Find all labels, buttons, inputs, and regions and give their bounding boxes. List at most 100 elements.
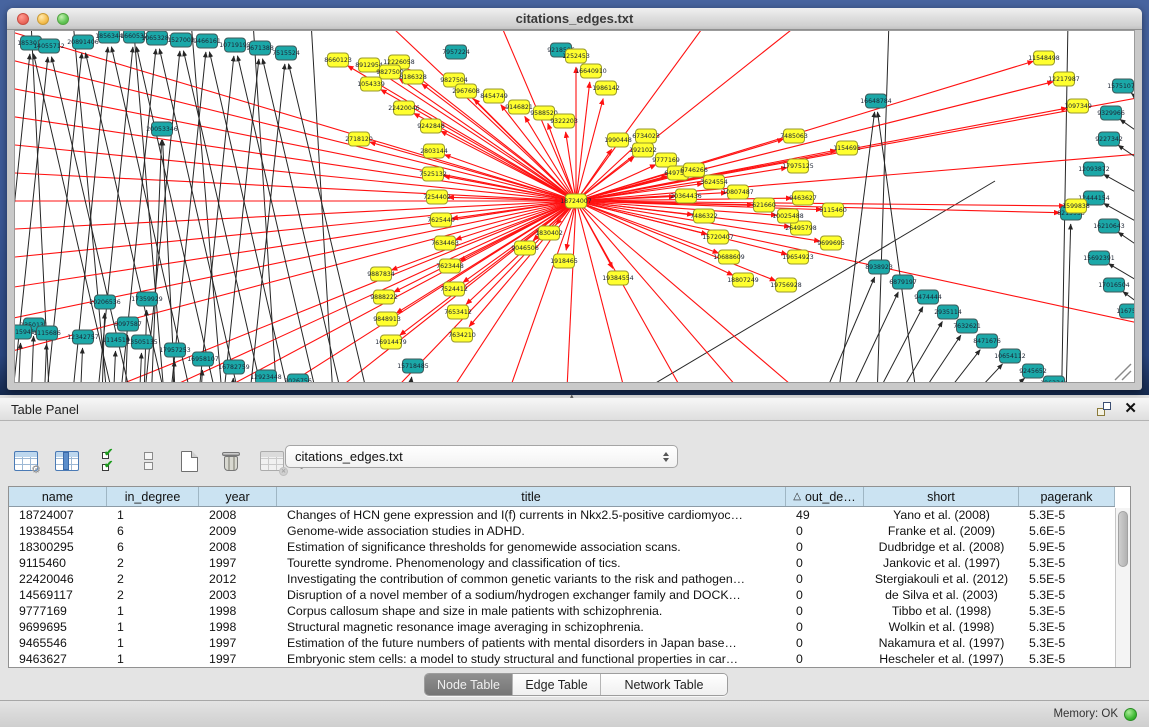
table-row[interactable]: 911546021997Tourette syndrome. Phenomeno… [9,555,1115,571]
column-header-title[interactable]: title [277,487,786,506]
graph-node[interactable]: 1527002 [167,33,195,47]
graph-node[interactable]: 621660 [752,198,776,212]
table-row[interactable]: 1938455462009Genome-wide association stu… [9,523,1115,539]
table-row[interactable]: 977716911998Corpus callosum shape and si… [9,603,1115,619]
tab-edge-table[interactable]: Edge Table [513,674,601,695]
graph-node[interactable]: 8938923 [865,260,893,274]
graph-node[interactable]: 1097349 [1064,99,1092,113]
column-header-in_degree[interactable]: in_degree [107,487,199,506]
column-header-name[interactable]: name [9,487,107,506]
graph-node[interactable]: 7485063 [780,129,808,143]
graph-node[interactable]: 17359929 [131,292,163,306]
graph-node[interactable]: 9227342 [1095,132,1123,146]
graph-node[interactable]: 9329966 [1097,106,1125,120]
column-header-year[interactable]: year [199,487,277,506]
graph-node[interactable]: 9887834 [367,267,395,281]
graph-node[interactable]: 10654112 [994,349,1026,363]
graph-node[interactable]: 16210643 [1093,219,1125,233]
graph-node[interactable]: 9115460 [819,203,847,217]
column-header-short[interactable]: short [864,487,1019,506]
graph-node[interactable]: 1167531 [1116,304,1135,318]
splitter-grip[interactable]: ▴ [570,394,579,399]
table-row[interactable]: 946362711997Embryonic stem cells: a mode… [9,651,1115,667]
table-mode-button[interactable]: ⚙ [12,449,39,473]
graph-node[interactable]: 1599838 [1062,199,1090,213]
graph-node[interactable]: 11548498 [1028,51,1060,65]
graph-node[interactable]: 1921022 [629,143,657,157]
vertical-scrollbar[interactable] [1115,508,1130,667]
graph-node[interactable]: 9463627 [789,191,817,205]
graph-node[interactable]: 9671388 [246,41,274,55]
graph-node[interactable]: 9474444 [914,290,942,304]
graph-node[interactable]: 1986142 [592,81,620,95]
graph-node[interactable]: 1918465 [550,254,578,268]
graph-node[interactable]: 15692391 [1083,251,1115,265]
citation-network-graph[interactable]: 1872400718530121405571220891406185634416… [15,31,1135,383]
graph-node[interactable]: 8471676 [973,334,1001,348]
graph-node[interactable]: 9146821 [505,100,533,114]
graph-node[interactable]: 1154691 [833,141,861,155]
graph-node[interactable]: 16914479 [375,335,407,349]
graph-node[interactable]: 2718120 [345,132,373,146]
table-source-dropdown[interactable]: citations_edges.txt [285,445,678,468]
graph-node[interactable]: 16782759 [218,360,250,374]
network-window[interactable]: citations_edges.txt 18724007185301214055… [7,8,1142,390]
table-row[interactable]: 1830029562008Estimation of significance … [9,539,1115,555]
graph-node[interactable]: 6746266 [680,163,708,177]
graph-node[interactable]: 9777169 [652,153,680,167]
table-row[interactable]: 969969511998Structural magnetic resonanc… [9,619,1115,635]
graph-node[interactable]: 17957253 [159,343,191,357]
graph-node[interactable]: 7634463 [431,236,459,250]
graph-node[interactable]: 7254402 [423,190,451,204]
graph-node[interactable]: 1252453 [562,49,590,63]
graph-node[interactable]: 7957224 [442,45,470,59]
graph-node[interactable]: 7632621 [953,319,981,333]
graph-node[interactable]: 19384554 [602,271,634,285]
graph-node[interactable]: 9848913 [373,312,401,326]
graph-node[interactable]: 15751074 [1107,79,1135,93]
graph-node[interactable]: 8454749 [480,89,508,103]
graph-node[interactable]: 9699695 [817,236,845,250]
graph-node[interactable]: 2935114 [934,305,962,319]
graph-node[interactable]: 10688609 [713,250,745,264]
column-header-pagerank[interactable]: pagerank [1019,487,1115,506]
graph-node[interactable]: 9046506 [511,241,539,255]
graph-node[interactable]: 7634210 [448,328,476,342]
graph-node[interactable]: 7515524 [272,46,300,60]
graph-node[interactable]: 20891406 [67,35,99,49]
row-height-button[interactable] [135,449,162,473]
graph-node[interactable]: 1830402 [535,226,563,240]
graph-node[interactable]: 2026756 [284,374,312,383]
graph-node[interactable]: 12093872 [1078,162,1110,176]
tab-network-table[interactable]: Network Table [601,674,727,695]
graph-node[interactable]: 9242848 [417,119,445,133]
tab-node-table[interactable]: Node Table [425,674,513,695]
float-panel-icon[interactable] [1097,402,1111,416]
graph-node[interactable]: 1856344 [95,31,123,43]
graph-node[interactable]: 1990448 [604,133,632,147]
graph-node[interactable]: 7625440 [427,213,455,227]
graph-node[interactable]: 7486322 [690,209,718,223]
graph-node[interactable]: 2803144 [420,144,448,158]
graph-node[interactable]: 8186328 [399,70,427,84]
table-row[interactable]: 946554611997Estimation of the future num… [9,635,1115,651]
graph-node[interactable]: 15718485 [397,359,429,373]
show-columns-button[interactable] [53,449,80,473]
window-titlebar[interactable]: citations_edges.txt [7,8,1142,30]
graph-node[interactable]: 9466161 [193,34,221,48]
graph-node[interactable]: 9322203 [550,114,578,128]
graph-node[interactable]: 6879197 [889,275,917,289]
graph-node[interactable]: 1115686 [33,326,61,340]
graph-node[interactable]: 20053346 [146,122,178,136]
graph-node[interactable]: 12342757 [67,330,99,344]
graph-node[interactable]: 2967608 [452,84,480,98]
graph-node[interactable]: 8660123 [324,53,352,67]
graph-node[interactable]: 17016504 [1098,278,1130,292]
graph-node[interactable]: 9245652 [1019,364,1047,378]
graph-node[interactable]: 7653412 [444,305,472,319]
create-column-button[interactable] [176,449,203,473]
graph-node[interactable]: 7525132 [419,167,447,181]
table-row[interactable]: 1872400712008Changes of HCN gene express… [9,507,1115,523]
delete-column-button[interactable] [217,449,244,473]
graph-node[interactable]: 7524412 [440,282,468,296]
